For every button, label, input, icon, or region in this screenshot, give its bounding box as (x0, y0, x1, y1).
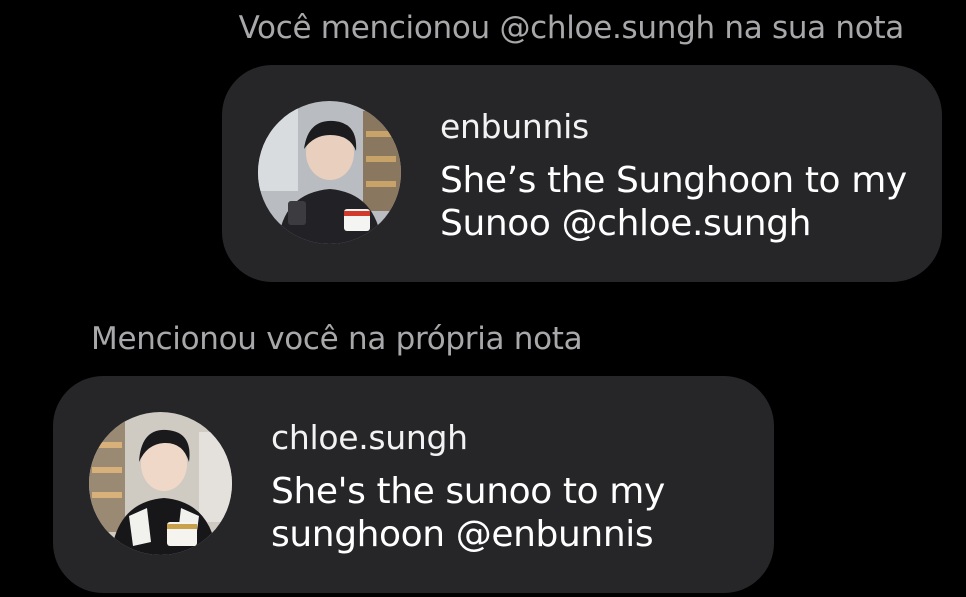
received-note-message-line: She's the sunoo to my (271, 471, 665, 512)
received-note-message-line: sunghoon @enbunnis (271, 514, 654, 555)
received-note-message: She's the sunoo to my sunghoon @enbunnis (271, 470, 744, 556)
sent-note-message: She’s the Sunghoon to my Sunoo @chloe.su… (440, 159, 912, 245)
enbunnis-avatar[interactable] (258, 101, 401, 244)
avatar-photo-icon (89, 412, 232, 555)
chloe-sungh-avatar[interactable] (89, 412, 232, 555)
sent-note-message-line: Sunoo @chloe.sungh (440, 203, 812, 244)
received-note-username[interactable]: chloe.sungh (271, 418, 744, 458)
sent-note-message-line: She’s the Sunghoon to my (440, 160, 907, 201)
sent-note-caption: Você mencionou @chloe.sungh na sua nota (238, 10, 905, 46)
sent-note-card[interactable]: enbunnis She’s the Sunghoon to my Sunoo … (222, 65, 942, 282)
sent-note-username[interactable]: enbunnis (440, 107, 912, 147)
received-note-caption: Mencionou você na própria nota (91, 321, 583, 357)
received-note-card[interactable]: chloe.sungh She's the sunoo to my sungho… (53, 376, 774, 593)
avatar-photo-icon (258, 101, 401, 244)
